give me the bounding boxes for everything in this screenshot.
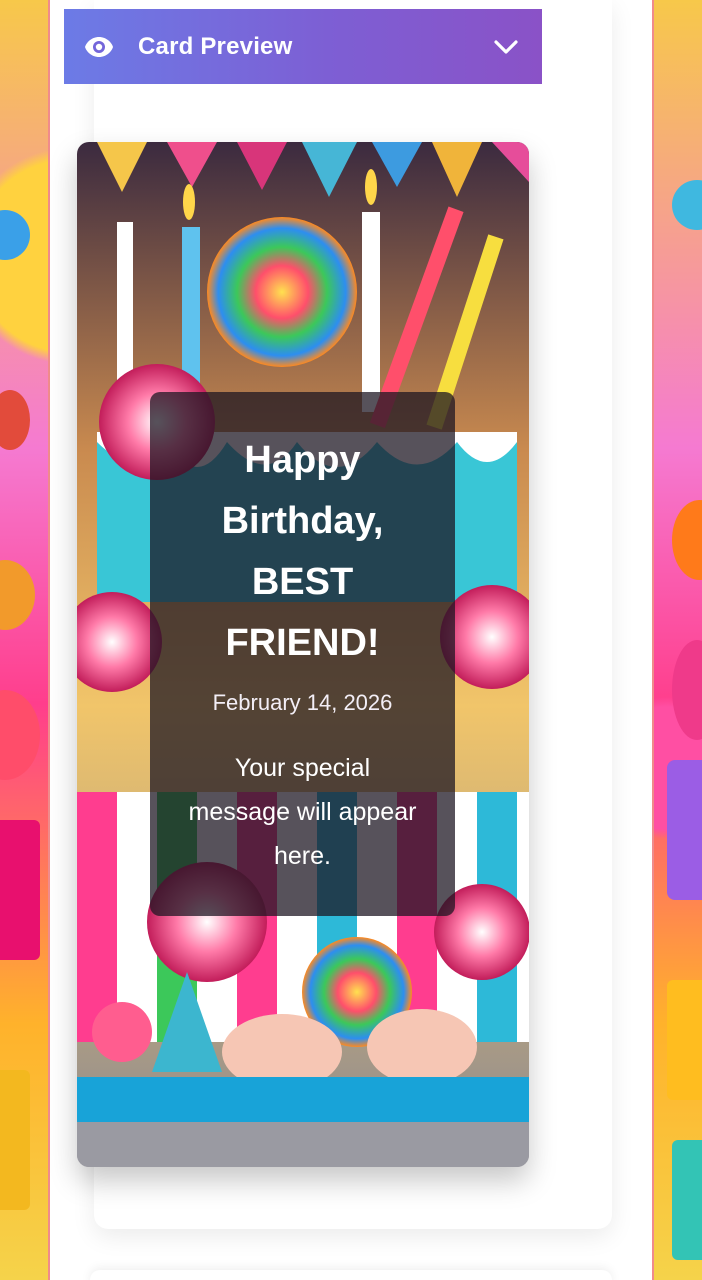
- card-text-overlay: Happy Birthday, BEST FRIEND! February 14…: [150, 392, 455, 916]
- eye-icon: [84, 32, 114, 62]
- card-preview-title: Card Preview: [138, 32, 293, 60]
- card-preview-toggle[interactable]: Card Preview: [64, 9, 542, 84]
- right-decorative-background: [650, 0, 702, 1280]
- next-section-edge: [90, 1270, 612, 1280]
- chevron-down-icon[interactable]: [492, 33, 520, 61]
- birthday-card-preview: Happy Birthday, BEST FRIEND! February 14…: [77, 142, 529, 1167]
- card-date: February 14, 2026: [212, 690, 393, 715]
- card-message: Your special message will appear here.: [188, 754, 417, 870]
- left-decorative-background: [0, 0, 52, 1280]
- card-greeting: Happy Birthday, BEST FRIEND!: [221, 439, 384, 664]
